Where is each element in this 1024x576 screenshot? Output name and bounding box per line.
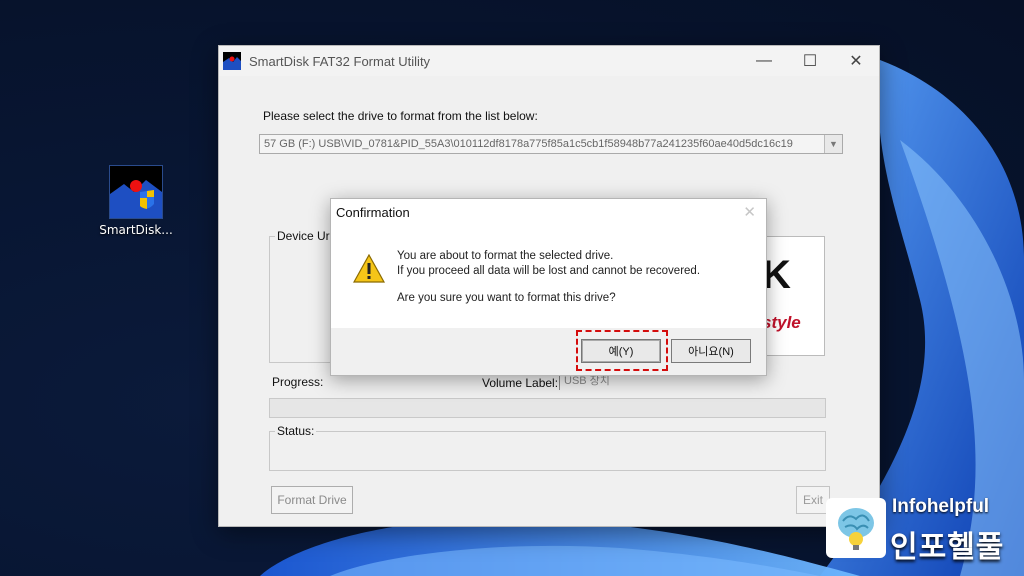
brand-name-english: Infohelpful [892, 496, 990, 517]
status-group [269, 431, 826, 471]
window-titlebar[interactable]: SmartDisk FAT32 Format Utility — ☐ ✕ [219, 46, 879, 76]
minimize-button[interactable]: — [741, 46, 787, 76]
brand-name-korean: 인포헬풀 [890, 530, 1005, 565]
app-logo-icon [223, 52, 241, 70]
desktop-icon-smartdisk[interactable]: SmartDisk... [98, 165, 174, 237]
drive-dropdown-value: 57 GB (F:) USB\VID_0781&PID_55A3\010112d… [264, 138, 793, 150]
no-button[interactable]: 아니요(N) [671, 339, 751, 363]
yes-button-highlight [576, 330, 668, 371]
progress-bar [269, 398, 826, 418]
status-title: Status: [275, 424, 317, 438]
progress-label: Progress: [272, 375, 324, 389]
brain-lightbulb-icon [826, 498, 886, 558]
warning-icon [352, 253, 386, 284]
volume-label-caption: Volume Label: [482, 376, 559, 390]
dialog-title: Confirmation [336, 205, 410, 220]
dialog-message-question: Are you sure you want to format this dri… [397, 292, 616, 304]
drive-select-prompt: Please select the drive to format from t… [263, 109, 538, 123]
window-title: SmartDisk FAT32 Format Utility [249, 53, 431, 69]
logo-word: style [762, 313, 801, 332]
brand-watermark: Infohelpful 인포헬풀 [824, 494, 1019, 566]
maximize-button[interactable]: ☐ [787, 46, 833, 76]
dialog-message-line1: You are about to format the selected dri… [397, 250, 614, 262]
format-drive-button[interactable]: Format Drive [271, 486, 353, 514]
drive-dropdown[interactable]: 57 GB (F:) USB\VID_0781&PID_55A3\010112d… [259, 134, 843, 154]
smartdisk-app-icon [109, 165, 163, 219]
dialog-message-line2: If you proceed all data will be lost and… [397, 265, 701, 277]
confirmation-dialog: Confirmation ✕ You are about to format t… [330, 198, 767, 376]
dialog-close-icon[interactable]: ✕ [743, 203, 756, 221]
close-button[interactable]: ✕ [833, 46, 879, 76]
chevron-down-icon[interactable]: ▼ [824, 135, 842, 153]
device-group-title: Device Ur [275, 229, 332, 243]
desktop-icon-label: SmartDisk... [99, 223, 173, 237]
